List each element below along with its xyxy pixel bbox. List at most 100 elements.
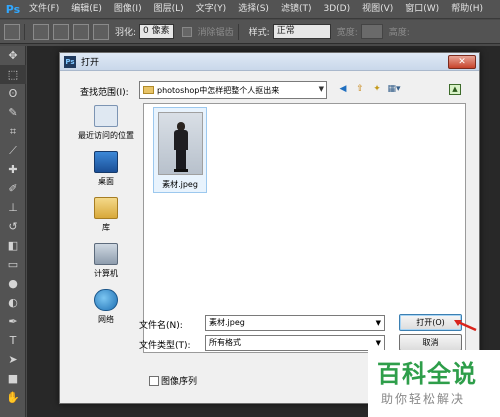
hand-tool-icon[interactable]: ✋ (0, 388, 26, 407)
filetype-value: 所有格式 (209, 338, 241, 347)
new-selection-icon[interactable] (33, 23, 49, 40)
place-recent[interactable]: 最近访问的位置 (70, 105, 142, 141)
library-icon (94, 197, 118, 219)
place-library[interactable]: 库 (70, 197, 142, 233)
dialog-titlebar[interactable]: Ps 打开 ✕ (60, 53, 479, 71)
cancel-button[interactable]: 取消 (399, 334, 462, 351)
watermark: 百科全说 助你轻松解决 (368, 350, 500, 417)
photoshop-logo: Ps (5, 2, 21, 16)
menu-edit[interactable]: 编辑(E) (65, 0, 108, 19)
nav-toolbar: ◀ ⇧ ✦ ▦▾ (337, 83, 401, 95)
place-desktop[interactable]: 桌面 (70, 151, 142, 187)
divider (237, 23, 239, 40)
watermark-title: 百科全说 (377, 360, 477, 388)
quick-select-tool-icon[interactable]: ✎ (0, 103, 26, 122)
menu-help[interactable]: 帮助(H) (445, 0, 489, 19)
width-input[interactable] (360, 24, 383, 39)
file-item[interactable]: 素材.jpeg (153, 107, 207, 193)
tools-panel: ✥ ⬚ ʘ ✎ ⌗ ⟋ ✚ ✐ ⊥ ↺ ◧ ▭ ● ◐ ✒ T ➤ ■ ✋ (0, 46, 26, 417)
marquee-tool-preset-icon[interactable] (4, 23, 20, 40)
look-in-dropdown[interactable]: photoshop中怎样把整个人抠出来 ▼ (139, 81, 327, 99)
add-selection-icon[interactable] (53, 23, 69, 40)
marquee-tool-icon[interactable]: ⬚ (0, 65, 26, 84)
new-folder-icon[interactable]: ✦ (371, 83, 383, 95)
place-network[interactable]: 网络 (70, 289, 142, 325)
gradient-tool-icon[interactable]: ▭ (0, 255, 26, 274)
menu-window[interactable]: 窗口(W) (399, 0, 445, 19)
place-label: 计算机 (94, 269, 118, 278)
image-sequence-label: 图像序列 (161, 377, 198, 387)
image-sequence-option[interactable]: 图像序列 (149, 374, 197, 387)
look-in-value: photoshop中怎样把整个人抠出来 (157, 85, 280, 95)
red-arrow-icon (454, 320, 477, 332)
desktop-icon (94, 151, 118, 173)
thumbnail-person-feet (174, 169, 188, 172)
filename-label: 文件名(N): (139, 321, 183, 331)
menu-file[interactable]: 文件(F) (23, 0, 65, 19)
clone-stamp-icon[interactable]: ⊥ (0, 198, 26, 217)
brush-tool-icon[interactable]: ✐ (0, 179, 26, 198)
filename-value: 素材.jpeg (209, 318, 245, 327)
feather-label: 羽化: (115, 28, 137, 38)
view-menu-icon[interactable]: ▦▾ (387, 83, 400, 95)
eraser-tool-icon[interactable]: ◧ (0, 236, 26, 255)
subtract-selection-icon[interactable] (73, 23, 89, 40)
divider (24, 23, 25, 40)
intersect-selection-icon[interactable] (93, 23, 109, 40)
folder-icon (143, 86, 154, 94)
pen-tool-icon[interactable]: ✒ (0, 312, 26, 331)
image-preview-icon[interactable]: ▲ (449, 84, 461, 95)
filetype-label: 文件类型(T): (139, 341, 191, 351)
lasso-tool-icon[interactable]: ʘ (0, 84, 26, 103)
antialias-label: 消除锯齿 (197, 28, 234, 38)
menu-image[interactable]: 图像(I) (108, 0, 148, 19)
healing-brush-icon[interactable]: ✚ (0, 160, 26, 179)
menu-filter[interactable]: 滤镜(T) (275, 0, 318, 19)
style-select[interactable]: 正常 (272, 24, 331, 39)
file-thumbnail (158, 112, 203, 175)
thumbnail-person-body (174, 130, 188, 150)
look-in-row: 查找范围(I): photoshop中怎样把整个人抠出来 ▼ ◀ ⇧ ✦ ▦▾ … (60, 81, 481, 101)
dodge-tool-icon[interactable]: ◐ (0, 293, 26, 312)
eyedropper-tool-icon[interactable]: ⟋ (0, 141, 26, 160)
watermark-subtitle: 助你轻松解决 (381, 392, 466, 406)
path-select-icon[interactable]: ➤ (0, 350, 26, 369)
image-sequence-checkbox[interactable] (149, 375, 159, 386)
menu-select[interactable]: 选择(S) (232, 0, 275, 19)
up-folder-icon[interactable]: ⇧ (354, 83, 366, 95)
move-tool-icon[interactable]: ✥ (0, 46, 26, 65)
menu-type[interactable]: 文字(Y) (190, 0, 233, 19)
menu-layer[interactable]: 图层(L) (148, 0, 190, 19)
thumbnail-person-legs (176, 150, 186, 170)
chevron-down-icon[interactable]: ▼ (376, 316, 381, 330)
recent-places-icon (94, 105, 118, 127)
antialias-checkbox[interactable] (181, 26, 192, 37)
place-label: 最近访问的位置 (78, 131, 134, 140)
menu-view[interactable]: 视图(V) (356, 0, 399, 19)
menubar: Ps 文件(F) 编辑(E) 图像(I) 图层(L) 文字(Y) 选择(S) 滤… (0, 0, 500, 19)
width-label: 宽度: (336, 28, 358, 38)
filename-input[interactable]: 素材.jpeg ▼ (205, 315, 385, 331)
chevron-down-icon[interactable]: ▼ (376, 336, 381, 350)
filetype-select[interactable]: 所有格式 ▼ (205, 335, 385, 351)
menu-3d[interactable]: 3D(D) (317, 0, 356, 19)
crop-tool-icon[interactable]: ⌗ (0, 122, 26, 141)
place-label: 库 (102, 223, 110, 232)
shape-tool-icon[interactable]: ■ (0, 369, 26, 388)
style-label: 样式: (248, 28, 270, 38)
close-button[interactable]: ✕ (448, 55, 476, 69)
height-label: 高度: (388, 28, 410, 38)
photoshop-app-icon: Ps (64, 55, 76, 68)
blur-tool-icon[interactable]: ● (0, 274, 26, 293)
file-name-label: 素材.jpeg (162, 180, 198, 189)
place-label: 网络 (98, 315, 114, 324)
network-icon (94, 289, 118, 311)
place-computer[interactable]: 计算机 (70, 243, 142, 279)
history-brush-icon[interactable]: ↺ (0, 217, 26, 236)
type-tool-icon[interactable]: T (0, 331, 26, 350)
dialog-title: 打开 (81, 58, 100, 68)
feather-input[interactable]: 0 像素 (139, 24, 174, 39)
chevron-down-icon: ▼ (318, 85, 324, 93)
options-bar: 羽化: 0 像素 消除锯齿 样式: 正常 宽度: 高度: (0, 20, 500, 44)
back-icon[interactable]: ◀ (337, 83, 349, 95)
